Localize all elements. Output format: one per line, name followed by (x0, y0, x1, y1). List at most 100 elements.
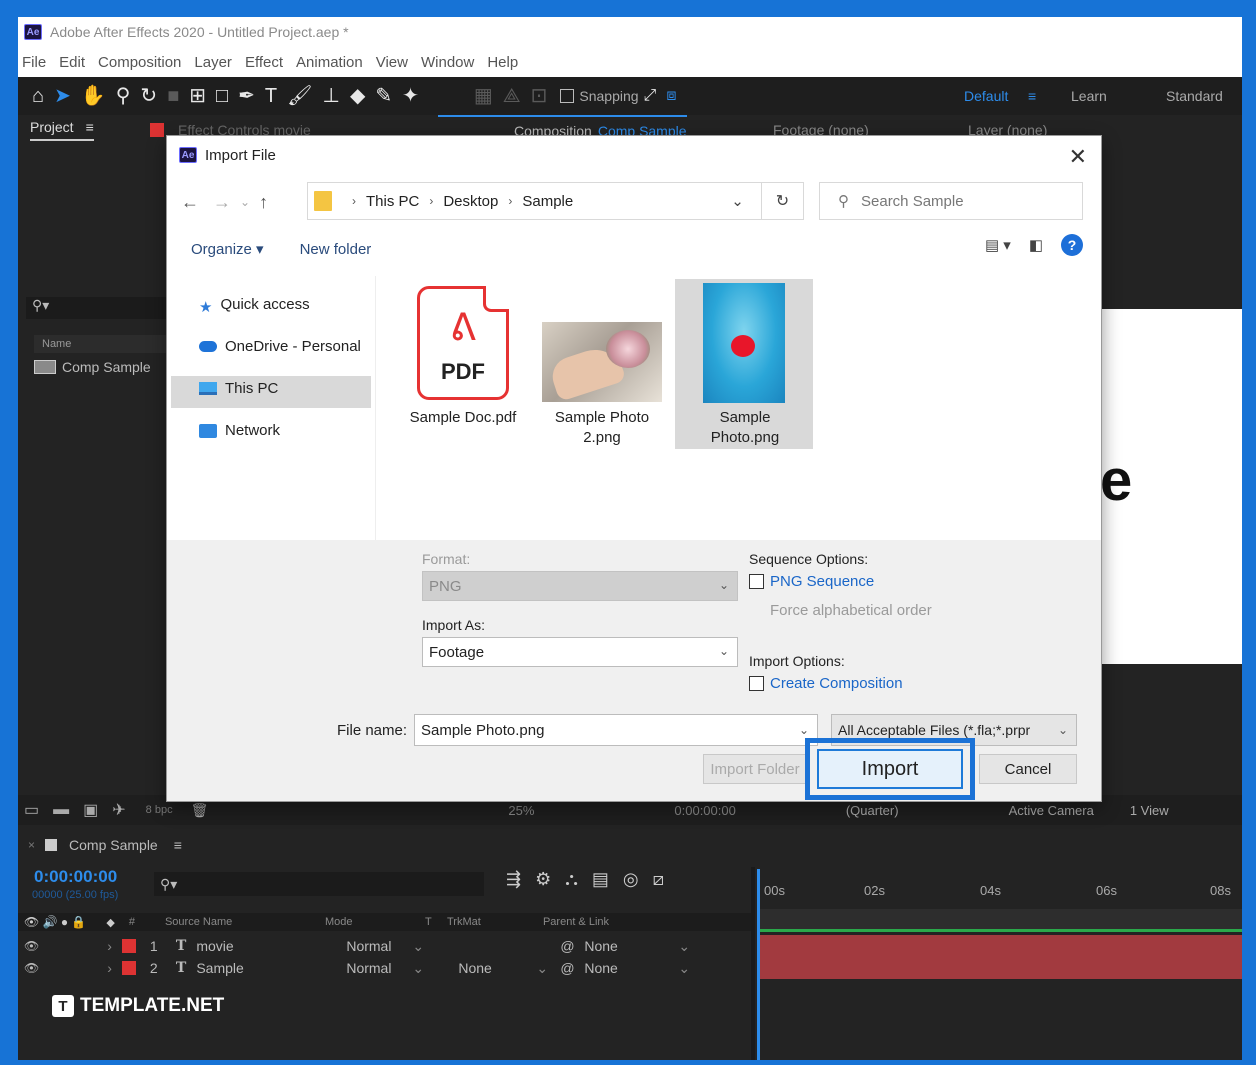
motion-blur-icon[interactable]: ◎ (623, 869, 639, 890)
menu-layer[interactable]: Layer (194, 54, 232, 71)
menu-help[interactable]: Help (487, 54, 518, 71)
project-item-comp-sample[interactable]: Comp Sample (34, 359, 151, 375)
snap-options-icon[interactable]: ⤢ (644, 88, 657, 104)
views-select[interactable]: 1 View (1130, 803, 1169, 818)
zoom-level[interactable]: 25% (508, 803, 534, 818)
menu-edit[interactable]: Edit (59, 54, 85, 71)
rectangle-tool-icon[interactable]: □ (216, 86, 228, 106)
camera-select[interactable]: Active Camera (1009, 803, 1094, 818)
layer-duration-bar[interactable] (760, 935, 1242, 957)
col-parent-link[interactable]: Parent & Link (543, 916, 609, 928)
file-sample-photo-png[interactable]: Sample Photo.png (695, 408, 795, 448)
visibility-eye-icon[interactable]: 👁 (24, 939, 39, 953)
nav-quick-access[interactable]: ★ Quick access (199, 296, 310, 316)
workspace-learn[interactable]: Learn (1071, 77, 1107, 115)
eraser-tool-icon[interactable]: ◆ (350, 86, 365, 106)
menu-animation[interactable]: Animation (296, 54, 363, 71)
menu-file[interactable]: File (22, 54, 46, 71)
local-axis-icon[interactable]: ▦ (474, 86, 493, 106)
project-search-icon[interactable]: ⚲▾ (26, 297, 166, 319)
view-axis-icon[interactable]: ⊡ (531, 86, 548, 106)
panel-menu-icon[interactable]: ≡ (86, 119, 94, 135)
graph-editor-icon[interactable]: ⧄ (653, 869, 664, 890)
bpc-label[interactable]: 8 bpc (146, 804, 173, 816)
file-sample-photo-2-png[interactable]: Sample Photo 2.png (547, 408, 657, 448)
home-icon[interactable]: ⌂ (32, 86, 44, 106)
current-timecode[interactable]: 0:00:00:00 (34, 867, 117, 887)
hand-tool-icon[interactable]: ✋ (81, 86, 106, 106)
mode-dropdown-icon[interactable]: ⌄ (412, 938, 458, 955)
viewer-time[interactable]: 0:00:00:00 (674, 803, 735, 818)
import-folder-button[interactable]: Import Folder (703, 754, 807, 784)
new-composition-icon[interactable]: ▣ (83, 800, 98, 820)
col-mode[interactable]: Mode (325, 916, 425, 928)
trkmat-dropdown-icon[interactable]: ⌄ (536, 960, 560, 977)
workspace-default[interactable]: Default (964, 77, 1008, 115)
file-sample-doc-pdf[interactable]: Sample Doc.pdf (403, 408, 523, 428)
camera-tool-icon[interactable]: ■ (167, 86, 179, 106)
comp-flow-icon[interactable]: ⇶ (506, 869, 521, 890)
snapping-toggle[interactable]: Snapping (560, 88, 639, 104)
menu-effect[interactable]: Effect (245, 54, 283, 71)
pane-splitter[interactable] (375, 276, 376, 540)
col-source-name[interactable]: Source Name (165, 916, 325, 928)
chevron-down-icon[interactable]: ⌄ (799, 723, 809, 737)
brush-tool-icon[interactable]: 🖌 (287, 86, 312, 106)
layer-duration-bar[interactable] (760, 957, 1242, 979)
snap-grid-icon[interactable]: ⧈ (666, 88, 676, 104)
workspace-standard[interactable]: Standard (1166, 77, 1223, 115)
flowchart-icon[interactable]: ✈ (112, 800, 125, 820)
import-button[interactable]: Import (817, 749, 963, 789)
shy-layers-icon[interactable]: ⛬ (565, 869, 578, 890)
frame-blending-icon[interactable]: ▤ (592, 869, 609, 890)
menu-view[interactable]: View (376, 54, 408, 71)
png-sequence-checkbox[interactable]: PNG Sequence (749, 573, 874, 590)
layer-name[interactable]: Sample (196, 960, 346, 976)
change-view-icon[interactable]: ▤ ▾ (985, 236, 1011, 254)
layer-label-chip[interactable] (121, 961, 136, 975)
forward-arrow-icon[interactable]: → (213, 192, 231, 213)
back-arrow-icon[interactable]: ← (181, 192, 199, 213)
layer-trkmat[interactable]: None (458, 960, 536, 976)
av-features-icons[interactable]: 👁 🔊 ● 🔒 (24, 915, 86, 929)
world-axis-icon[interactable]: ⟁ (503, 86, 521, 106)
parent-dropdown-icon[interactable]: ⌄ (678, 960, 690, 977)
mode-dropdown-icon[interactable]: ⌄ (412, 960, 458, 977)
refresh-icon[interactable]: ↻ (762, 182, 804, 220)
photo-thumbnail[interactable] (703, 283, 785, 403)
preview-pane-icon[interactable]: ◧ (1029, 236, 1043, 254)
selection-tool-icon[interactable]: ➤ (54, 86, 71, 106)
search-input[interactable]: ⚲ Search Sample (819, 182, 1083, 220)
nav-network[interactable]: Network (199, 422, 280, 439)
snapping-checkbox[interactable] (560, 89, 575, 103)
pickwhip-icon[interactable]: @ (560, 960, 584, 976)
layer-parent[interactable]: None (584, 960, 678, 976)
col-trkmat[interactable]: TrkMat (447, 916, 543, 928)
rotate-tool-icon[interactable]: ↻ (140, 86, 157, 106)
workspace-menu-icon[interactable]: ≡ (1028, 77, 1036, 115)
pen-tool-icon[interactable]: ✒ (238, 86, 255, 106)
organize-button[interactable]: Organize ▾ (191, 240, 264, 258)
help-icon[interactable]: ? (1061, 234, 1083, 256)
layer-mode[interactable]: Normal (346, 960, 412, 976)
work-area-bar[interactable] (760, 909, 1242, 929)
parent-dropdown-icon[interactable]: ⌄ (678, 938, 690, 955)
type-tool-icon[interactable]: T (265, 86, 277, 106)
photo-thumbnail[interactable] (542, 322, 662, 402)
zoom-tool-icon[interactable]: ⚲ (116, 86, 131, 106)
file-name-input[interactable]: Sample Photo.png ⌄ (414, 714, 818, 746)
time-ruler[interactable]: 00s 02s 04s 06s 08s (760, 867, 1242, 907)
trash-icon[interactable]: 🗑 (191, 802, 209, 819)
close-icon[interactable]: ✕ (1069, 144, 1087, 170)
panel-menu-icon[interactable]: ≡ (174, 837, 182, 853)
col-t[interactable]: T (425, 916, 447, 928)
expand-chevron-icon[interactable]: › (107, 960, 112, 976)
timeline-search-icon[interactable]: ⚲▾ (154, 872, 484, 896)
new-folder-button[interactable]: New folder (300, 241, 372, 258)
interpret-footage-icon[interactable]: ▭ (24, 800, 39, 820)
layer-mode[interactable]: Normal (346, 938, 412, 954)
close-tab-icon[interactable]: × (28, 838, 35, 852)
pdf-icon[interactable]: ᕕ PDF (417, 286, 509, 400)
timeline-divider[interactable] (751, 867, 755, 1060)
menu-window[interactable]: Window (421, 54, 474, 71)
